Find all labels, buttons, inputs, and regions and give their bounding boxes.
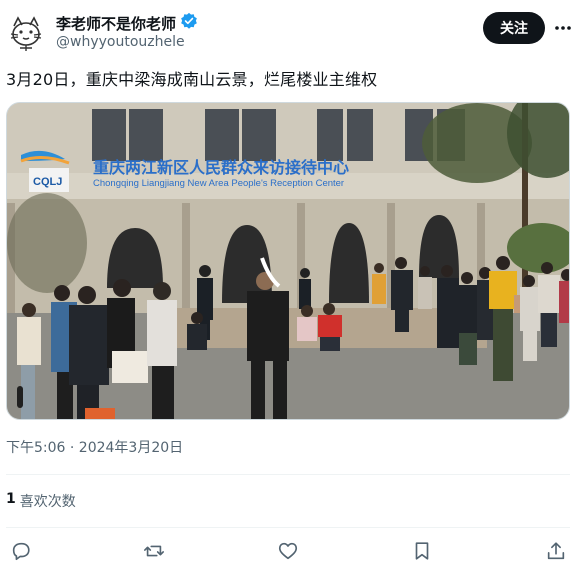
author-handle[interactable]: @whyyoutouzhele — [56, 34, 185, 50]
tweet-text: 3月20日，重庆中梁海成南山云景，烂尾楼业主维权 — [6, 70, 378, 89]
video-progress-marker[interactable] — [17, 386, 23, 408]
verified-badge-icon — [180, 12, 198, 34]
share-icon[interactable] — [545, 540, 567, 562]
tweet-video[interactable]: CQLJ 重庆两江新区人民群众来访接待中心 Chongqing Liangjia… — [6, 102, 570, 420]
reply-icon[interactable] — [10, 540, 32, 562]
avatar[interactable] — [6, 12, 46, 52]
sign-logo-text: CQLJ — [33, 176, 62, 188]
retweet-icon[interactable] — [143, 540, 165, 562]
likes-stat[interactable]: 1 喜欢次数 — [6, 491, 76, 511]
tweet-header: 李老师不是你老师 @whyyoutouzhele 关注 — [0, 0, 586, 58]
divider — [6, 474, 570, 475]
follow-button[interactable]: 关注 — [483, 12, 545, 44]
sign-chinese: 重庆两江新区人民群众来访接待中心 — [93, 158, 349, 177]
likes-count: 1 — [6, 491, 16, 507]
name-row: 李老师不是你老师 — [56, 12, 198, 34]
action-bar — [0, 538, 586, 566]
display-name[interactable]: 李老师不是你老师 — [56, 13, 176, 34]
heart-icon[interactable] — [277, 540, 299, 562]
bookmark-icon[interactable] — [411, 540, 433, 562]
sign-english: Chongqing Liangjiang New Area People's R… — [93, 178, 344, 189]
likes-label: 喜欢次数 — [19, 494, 76, 510]
more-options-icon[interactable] — [553, 18, 573, 38]
tweet-timestamp[interactable]: 下午5:06 · 2024年3月20日 — [6, 437, 183, 457]
video-frame: CQLJ 重庆两江新区人民群众来访接待中心 Chongqing Liangjia… — [7, 103, 569, 419]
divider — [6, 527, 570, 528]
